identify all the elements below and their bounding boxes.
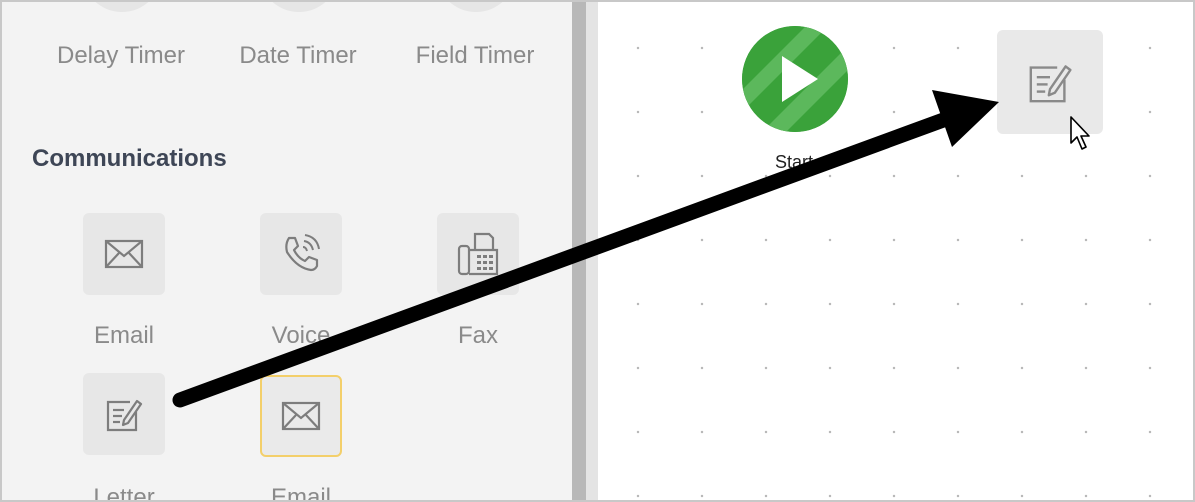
automation-builder: Delay Timer Date Timer Field Timer Commu…: [0, 0, 1195, 502]
date-timer-label: Date Timer: [239, 42, 357, 69]
play-icon: [742, 26, 848, 132]
phone-icon: [285, 234, 320, 272]
letter-tile[interactable]: [83, 373, 165, 455]
envelope-icon: [281, 401, 321, 431]
email-selected-tile-label: Email: [270, 484, 331, 502]
fax-tile-label: Fax: [457, 322, 498, 349]
sequence-canvas[interactable]: [598, 2, 1193, 500]
date-timer-tile[interactable]: [259, 2, 339, 12]
field-timer-label: Field Timer: [415, 42, 535, 69]
letter-icon: [106, 399, 143, 432]
fax-tile[interactable]: [437, 213, 519, 295]
start-node-label: Start: [774, 152, 813, 172]
panel-splitter-inner: [586, 2, 598, 500]
envelope-icon: [104, 239, 144, 269]
element-palette: Delay Timer Date Timer Field Timer Commu…: [2, 2, 572, 502]
email-tile-selected[interactable]: [260, 375, 342, 457]
letter-icon: [1029, 65, 1072, 103]
communications-heading: Communications: [32, 145, 227, 172]
mouse-cursor-icon: [1070, 116, 1090, 150]
voice-tile-label: Voice: [271, 322, 331, 349]
delay-timer-label: Delay Timer: [56, 42, 186, 69]
start-node[interactable]: [742, 26, 848, 132]
fax-icon: [457, 232, 499, 276]
field-timer-tile[interactable]: [436, 2, 516, 12]
email-tile[interactable]: [83, 213, 165, 295]
voice-tile[interactable]: [260, 213, 342, 295]
email-tile-label: Email: [93, 322, 154, 349]
delay-timer-tile[interactable]: [82, 2, 162, 12]
letter-tile-label: Letter: [93, 484, 155, 502]
